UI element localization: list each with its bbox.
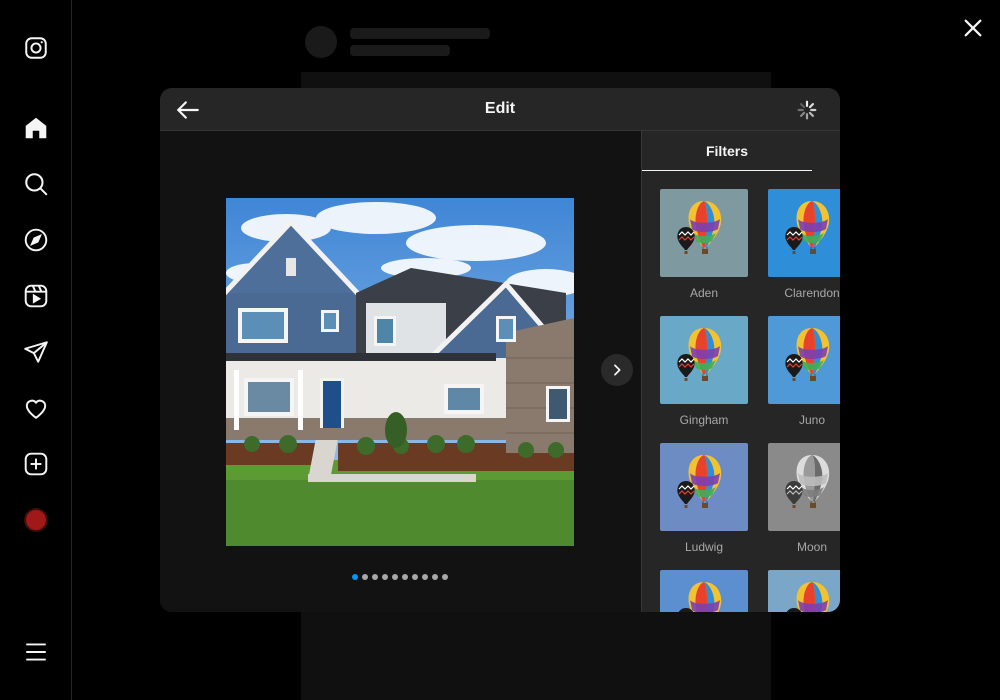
more-menu-icon[interactable] <box>22 638 50 666</box>
instagram-logo-icon[interactable] <box>22 34 50 62</box>
filter-name: Clarendon <box>784 286 840 300</box>
filter-name: Juno <box>798 413 826 427</box>
house-photo <box>226 198 574 546</box>
filter-thumbnail <box>768 443 840 531</box>
feed-post-avatar-placeholder <box>305 26 337 58</box>
carousel-dot <box>362 574 368 580</box>
filter-option[interactable]: Gingham <box>660 316 748 427</box>
filter-thumbnail <box>660 570 748 612</box>
filter-name: Ludwig <box>684 540 724 554</box>
filter-thumbnail <box>660 316 748 404</box>
filter-option[interactable]: Moon <box>768 443 840 554</box>
sidebar-nav <box>0 0 72 700</box>
carousel-dot <box>442 574 448 580</box>
carousel-dot <box>432 574 438 580</box>
carousel-dot <box>372 574 378 580</box>
tab-filters[interactable]: Filters <box>642 131 812 171</box>
filters-panel: Filters Aden Clarendon Gingham Juno Ludw… <box>641 131 840 612</box>
filter-thumbnail <box>660 443 748 531</box>
avatar <box>24 508 48 532</box>
filter-option[interactable]: Clarendon <box>768 189 840 300</box>
filter-thumbnail <box>768 570 840 612</box>
feed-post-username-placeholder <box>350 28 490 39</box>
explore-compass-icon[interactable] <box>22 226 50 254</box>
edit-modal: Edit Filters Aden Clarendon Gingham Juno… <box>160 88 840 612</box>
feed-post-subtitle-placeholder <box>350 45 450 56</box>
notifications-heart-icon[interactable] <box>22 394 50 422</box>
carousel-dot <box>412 574 418 580</box>
filter-name: Aden <box>689 286 719 300</box>
filter-name: Gingham <box>679 413 729 427</box>
loading-spinner-icon <box>797 100 817 120</box>
create-plus-icon[interactable] <box>22 450 50 478</box>
carousel-dot <box>382 574 388 580</box>
messages-send-icon[interactable] <box>22 338 50 366</box>
panel-tabs: Filters <box>642 131 840 171</box>
carousel-dot <box>392 574 398 580</box>
next-image-button[interactable] <box>601 354 633 386</box>
close-icon[interactable] <box>960 15 986 41</box>
filter-option[interactable]: Juno <box>768 316 840 427</box>
home-icon[interactable] <box>22 114 50 142</box>
modal-title: Edit <box>484 100 516 117</box>
filter-option[interactable] <box>660 570 748 612</box>
profile-avatar[interactable] <box>22 506 50 534</box>
filter-option[interactable]: Ludwig <box>660 443 748 554</box>
modal-header: Edit <box>160 88 840 131</box>
media-preview <box>160 131 641 612</box>
chevron-right-icon <box>614 364 621 376</box>
filter-thumbnail <box>768 316 840 404</box>
carousel-dot <box>402 574 408 580</box>
filter-option[interactable] <box>768 570 840 612</box>
filter-thumbnail <box>768 189 840 277</box>
carousel-dot <box>352 574 358 580</box>
filter-thumbnail <box>660 189 748 277</box>
carousel-dot <box>422 574 428 580</box>
filter-option[interactable]: Aden <box>660 189 748 300</box>
carousel-indicator <box>352 574 448 580</box>
filter-name: Moon <box>796 540 828 554</box>
reels-icon[interactable] <box>22 282 50 310</box>
search-icon[interactable] <box>22 170 50 198</box>
